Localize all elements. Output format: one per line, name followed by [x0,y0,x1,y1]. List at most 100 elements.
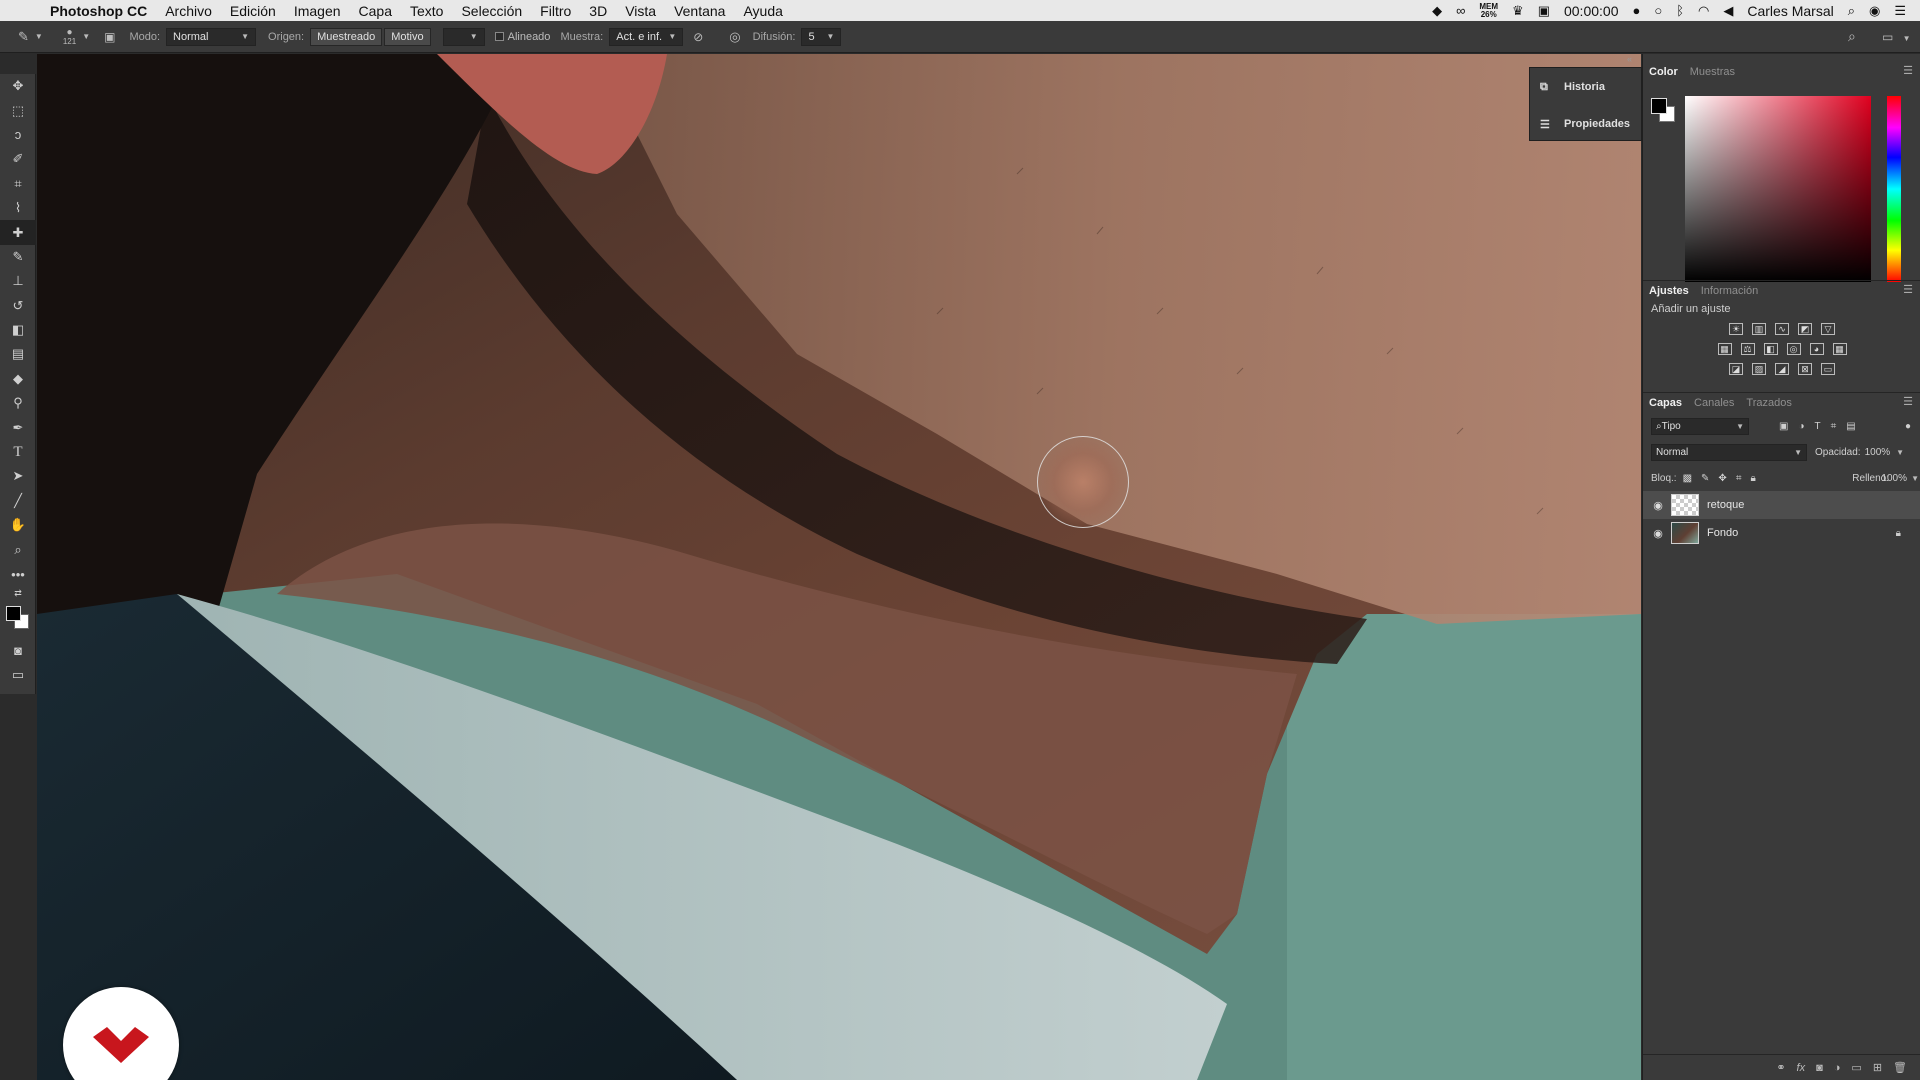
filter-smart-object-icon[interactable]: ▤ [1846,421,1855,432]
color-lookup-icon[interactable]: ▦ [1832,343,1847,355]
volume-icon[interactable]: ◀ [1723,3,1733,19]
line-tool-icon[interactable]: ╱ [0,489,36,513]
color-picker-field[interactable] [1685,96,1871,282]
panel-menu-icon[interactable]: ☰ [1903,283,1913,296]
menu-edicion[interactable]: Edición [230,3,276,19]
wifi-icon[interactable]: ◠ [1698,3,1709,19]
m-app-icon[interactable]: ● [1632,3,1640,18]
foreground-color-swatch[interactable] [6,606,21,622]
screen-mode-icon[interactable]: ▭ [0,663,36,687]
menu-texto[interactable]: Texto [410,3,443,19]
vibrance-icon[interactable]: ▽ [1821,323,1835,335]
menu-filtro[interactable]: Filtro [540,3,571,19]
tab-muestras[interactable]: Muestras [1690,66,1735,78]
invert-icon[interactable]: ◪ [1729,363,1743,375]
path-selection-tool-icon[interactable]: ➤ [0,464,36,488]
aligned-checkbox[interactable]: Alineado [494,31,550,43]
tab-canales[interactable]: Canales [1694,397,1734,409]
chat-icon[interactable]: ○ [1654,3,1662,18]
photo-filter-icon[interactable]: ◎ [1786,343,1801,355]
add-mask-icon[interactable]: ◙ [1816,1062,1823,1074]
threshold-icon[interactable]: ◢ [1775,363,1789,375]
muestra-select[interactable]: Act. e inf. ▼ [609,27,684,46]
menu-imagen[interactable]: Imagen [294,3,341,19]
black-white-icon[interactable]: ◧ [1763,343,1778,355]
ignore-adjustment-layers-icon[interactable]: ⊘ [693,30,703,44]
menu-seleccion[interactable]: Selección [461,3,522,19]
user-name[interactable]: Carles Marsal [1747,3,1833,19]
dodge-tool-icon[interactable]: ⚲ [0,391,36,415]
menu-ayuda[interactable]: Ayuda [743,3,782,19]
eyedropper-tool-icon[interactable]: ⌇ [0,196,36,220]
screen-record-icon[interactable]: ▣ [1538,3,1550,19]
tab-color[interactable]: Color [1649,66,1678,78]
brush-picker[interactable]: ● 121 [63,27,76,46]
historia-panel-button[interactable]: ⧉ Historia [1530,68,1641,105]
opacity-value[interactable]: 100% [1865,447,1891,458]
panel-menu-icon[interactable]: ☰ [1903,395,1913,408]
tool-preset-picker[interactable]: ✎ ▼ [18,29,43,45]
menu-archivo[interactable]: Archivo [165,3,212,19]
filter-type-icon[interactable]: T [1815,421,1821,432]
levels-icon[interactable]: ▥ [1752,323,1766,335]
healing-brush-tool-icon[interactable]: ✚ [0,220,36,245]
workspace-switcher[interactable]: ▭ ▼ [1882,30,1911,44]
fill-chevron-icon[interactable]: ▼ [1911,474,1919,483]
eraser-tool-icon[interactable]: ◧ [0,318,36,342]
color-balance-icon[interactable]: ⚖ [1740,343,1755,355]
layer-filter-select[interactable]: ⌕Tipo ▼ [1651,417,1749,435]
color-swatches[interactable] [0,600,36,638]
lock-transparent-icon[interactable]: ▩ [1683,473,1692,484]
menu-ventana[interactable]: Ventana [674,3,725,19]
difusion-select[interactable]: 5 ▼ [801,27,842,46]
bluetooth-icon[interactable]: ᛒ [1676,3,1684,18]
menu-vista[interactable]: Vista [625,3,656,19]
visibility-eye-icon[interactable]: ◉ [1651,499,1665,512]
posterize-icon[interactable]: ▨ [1752,363,1766,375]
opacity-chevron-icon[interactable]: ▼ [1896,448,1904,457]
zoom-tool-icon[interactable]: ⌕ [0,537,36,561]
modo-select[interactable]: Normal ▼ [166,27,257,46]
siri-icon[interactable]: ◉ [1869,3,1880,19]
lock-position-icon[interactable]: ✥ [1718,473,1726,484]
creative-cloud-icon[interactable]: ∞ [1456,3,1465,18]
channel-mixer-icon[interactable]: ◕ [1809,343,1824,355]
filter-pixel-icon[interactable]: ▣ [1779,421,1788,432]
layer-style-fx-icon[interactable]: fx [1797,1062,1806,1074]
filter-toggle-icon[interactable]: ● [1905,421,1911,432]
spotlight-search-icon[interactable]: ⌕ [1848,3,1855,19]
new-group-icon[interactable]: ▭ [1851,1061,1861,1074]
blend-mode-select[interactable]: Normal ▼ [1651,443,1807,461]
curves-icon[interactable]: ∿ [1775,323,1789,335]
pen-tool-icon[interactable]: ✒ [0,415,36,439]
memory-indicator[interactable]: MEM 26% [1479,2,1498,19]
notification-center-icon[interactable]: ☰ [1894,3,1906,19]
tab-ajustes[interactable]: Ajustes [1649,285,1689,297]
menu-capa[interactable]: Capa [359,3,392,19]
search-icon[interactable]: ⌕ [1848,28,1856,45]
visibility-eye-icon[interactable]: ◉ [1651,527,1665,540]
gradient-map-icon[interactable]: ▭ [1821,363,1835,375]
delete-layer-icon[interactable]: 🗑︎ [1893,1061,1907,1074]
new-adjustment-layer-icon[interactable]: ◑ [1834,1062,1841,1074]
filter-adjustment-icon[interactable]: ◑ [1798,421,1804,432]
brightness-contrast-icon[interactable]: ☀ [1729,323,1743,335]
exposure-icon[interactable]: ◩ [1798,323,1812,335]
link-layers-icon[interactable]: ⚭ [1776,1061,1785,1074]
clock-timer[interactable]: 00:00:00 [1564,3,1619,19]
tab-capas[interactable]: Capas [1649,397,1682,409]
document-canvas[interactable] [37,54,1641,1080]
origen-pattern-button[interactable]: Motivo [384,27,431,46]
fill-value[interactable]: 100% [1881,473,1907,484]
lasso-tool-icon[interactable]: ↄ [0,123,36,147]
collapse-panels-icon[interactable]: « [1627,54,1632,64]
new-layer-icon[interactable]: ⊞ [1873,1061,1882,1074]
hand-tool-icon[interactable]: ✋ [0,513,36,537]
tab-trazados[interactable]: Trazados [1746,397,1791,409]
pressure-size-icon[interactable]: ◎ [729,29,740,45]
panel-menu-icon[interactable]: ☰ [1903,64,1913,77]
hue-saturation-icon[interactable]: ▦ [1717,343,1732,355]
dropbox-icon[interactable]: ◆ [1432,3,1442,19]
foreground-color-swatch[interactable] [1651,98,1667,114]
tab-informacion[interactable]: Información [1701,285,1758,297]
